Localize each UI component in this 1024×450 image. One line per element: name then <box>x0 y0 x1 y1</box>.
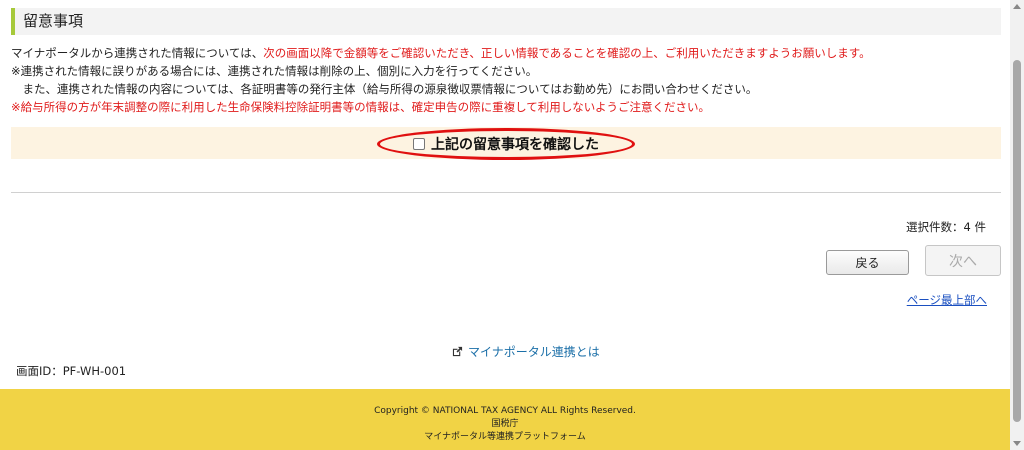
notes-block: マイナポータルから連携された情報については、次の画面以降で金額等をご確認いただき… <box>11 44 1001 116</box>
note-line-1-warning: 次の画面以降で金額等をご確認いただき、正しい情報であることを確認の上、ご利用いた… <box>263 46 871 60</box>
footer-copyright: Copyright © NATIONAL TAX AGENCY ALL Righ… <box>374 406 636 416</box>
page: 留意事項 マイナポータルから連携された情報については、次の画面以降で金額等をご確… <box>0 0 1024 450</box>
divider <box>11 192 1001 193</box>
main-content: 留意事項 マイナポータルから連携された情報については、次の画面以降で金額等をご確… <box>0 0 1010 450</box>
next-button[interactable]: 次へ <box>925 245 1001 276</box>
note-line-1: マイナポータルから連携された情報については、次の画面以降で金額等をご確認いただき… <box>11 44 1001 62</box>
footer-agency: 国税庁 <box>491 419 519 429</box>
vertical-scrollbar[interactable] <box>1010 0 1024 450</box>
back-button[interactable]: 戻る <box>826 250 909 275</box>
scroll-up-icon[interactable] <box>1013 4 1021 9</box>
scroll-down-icon[interactable] <box>1013 441 1021 446</box>
note-line-2: ※連携された情報に誤りがある場合には、連携された情報は削除の上、個別に入力を行っ… <box>11 64 538 78</box>
confirm-checkbox-label[interactable]: 上記の留意事項を確認した <box>413 134 599 154</box>
footer-platform: マイナポータル等連携プラットフォーム <box>424 432 586 442</box>
note-line-4: ※給与所得の方が年末調整の際に利用した生命保険料控除証明書等の情報は、確定申告の… <box>11 100 711 114</box>
section-title: 留意事項 <box>23 12 84 30</box>
section-header: 留意事項 <box>11 8 1001 35</box>
note-line-3: また、連携された情報の内容については、各証明書等の発行主体（給与所得の源泉徴収票… <box>11 82 758 96</box>
mynaportal-link[interactable]: マイナポータル連携とは <box>452 343 600 360</box>
external-link-icon <box>452 346 463 357</box>
selection-count: 選択件数：4 件 <box>906 220 986 234</box>
screen-id: 画面ID：PF-WH-001 <box>16 364 127 378</box>
page-top-link[interactable]: ページ最上部へ <box>907 292 987 308</box>
mynaportal-link-text: マイナポータル連携とは <box>468 345 600 359</box>
confirm-checkbox[interactable] <box>413 138 425 150</box>
footer: Copyright © NATIONAL TAX AGENCY ALL Righ… <box>0 389 1010 450</box>
confirm-checkbox-text: 上記の留意事項を確認した <box>431 137 599 153</box>
note-line-1-text: マイナポータルから連携された情報については、 <box>11 46 264 60</box>
scroll-thumb[interactable] <box>1013 60 1021 422</box>
